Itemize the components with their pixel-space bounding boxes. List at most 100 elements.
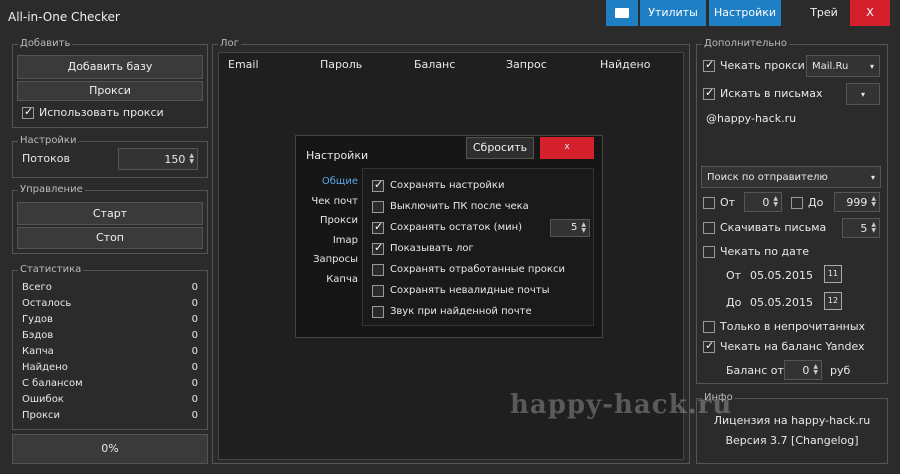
dialog-option-row[interactable]: Сохранять невалидные почты	[372, 280, 590, 301]
check-date-row[interactable]: Чекать по дате	[703, 245, 809, 258]
dialog-nav-item[interactable]: Запросы	[300, 250, 358, 270]
chevron-down-icon: ▾	[869, 61, 874, 71]
down-arrow-icon[interactable]: ▼	[773, 202, 778, 208]
down-arrow-icon[interactable]: ▼	[189, 159, 194, 165]
from-checkbox[interactable]	[703, 196, 715, 209]
dialog-nav-item[interactable]: Общие	[300, 172, 358, 192]
add-group-label: Добавить	[18, 38, 73, 49]
col-email: Email	[228, 58, 259, 71]
check-proxy-checkbox[interactable]	[703, 58, 715, 72]
dialog-option-row[interactable]: Показывать лог	[372, 238, 590, 259]
down-arrow-icon[interactable]: ▼	[813, 370, 818, 376]
log-group-label: Лог	[218, 38, 241, 49]
balance-from-label: Баланс от	[726, 364, 784, 377]
stats-row: Капча 0	[22, 344, 198, 360]
search-value[interactable]: @happy-hack.ru	[706, 112, 796, 125]
start-button[interactable]: Старт	[17, 202, 203, 225]
to-checkbox[interactable]	[791, 196, 803, 209]
down-arrow-icon[interactable]: ▼	[871, 228, 876, 234]
search-letters-row[interactable]: Искать в письмах	[703, 86, 822, 100]
search-mode-value: Поиск по отправителю	[707, 171, 828, 183]
dialog-close-button[interactable]: x	[540, 137, 594, 159]
unread-only-row[interactable]: Только в непрочитанных	[703, 320, 865, 333]
dialog-nav: Общие Чек почт Прокси Imap Запросы Капча	[300, 172, 358, 289]
download-letters-checkbox[interactable]	[703, 221, 715, 234]
proxy-button[interactable]: Прокси	[17, 81, 203, 101]
download-letters-row[interactable]: Скачивать письма	[703, 221, 826, 234]
dialog-option-checkbox[interactable]	[372, 284, 384, 297]
dialog-option-row[interactable]: Выключить ПК после чека	[372, 196, 590, 217]
dialog-option-row[interactable]: Сохранять настройки	[372, 175, 590, 196]
folder-button[interactable]	[606, 0, 638, 26]
stats-row-name: Гудов	[22, 314, 53, 325]
date-from-value[interactable]: 05.05.2015	[750, 269, 813, 282]
dialog-nav-item[interactable]: Капча	[300, 270, 358, 290]
search-letters-checkbox[interactable]	[703, 86, 715, 100]
threads-spinner[interactable]: 150 ▲ ▼	[118, 148, 198, 170]
down-arrow-icon[interactable]: ▼	[871, 202, 876, 208]
search-letters-dropdown[interactable]: ▾	[846, 83, 880, 105]
date-to-label: До	[726, 296, 742, 309]
dialog-options: Сохранять настройки Выключить ПК после че…	[372, 175, 590, 322]
dialog-option-label: Сохранять настройки	[390, 180, 505, 191]
tray-button[interactable]: Трей	[800, 0, 848, 26]
dialog-option-row[interactable]: Сохранять остаток (мин) 5▲▼	[372, 217, 590, 238]
add-base-button[interactable]: Добавить базу	[17, 55, 203, 79]
version-link[interactable]: Версия 3.7 [Changelog]	[696, 434, 888, 447]
to-value: 999	[846, 195, 868, 209]
stop-button[interactable]: Стоп	[17, 227, 203, 249]
control-group-label: Управление	[18, 184, 85, 195]
stats-row: Бэдов 0	[22, 328, 198, 344]
progress-label: 0%	[101, 442, 119, 455]
dialog-option-checkbox[interactable]	[372, 241, 384, 255]
dialog-option-checkbox[interactable]	[372, 220, 384, 234]
calendar-icon[interactable]: 11	[824, 265, 842, 283]
yandex-balance-checkbox[interactable]	[703, 339, 715, 353]
stats-row: Прокси 0	[22, 408, 198, 424]
stats-row-value: 0	[191, 298, 198, 309]
proxy-service-value: Mail.Ru	[812, 60, 849, 72]
search-mode-select[interactable]: Поиск по отправителю ▾	[701, 166, 881, 188]
balance-unit: руб	[830, 364, 851, 377]
yandex-balance-row[interactable]: Чекать на баланс Yandex	[703, 339, 865, 353]
download-spinner[interactable]: 5 ▲ ▼	[842, 218, 880, 238]
dialog-option-row[interactable]: Звук при найденной почте	[372, 301, 590, 322]
stats-row: Всего 0	[22, 280, 198, 296]
dialog-option-checkbox[interactable]	[372, 178, 384, 192]
proxy-service-select[interactable]: Mail.Ru ▾	[806, 55, 880, 77]
check-proxy-row[interactable]: Чекать прокси	[703, 58, 805, 72]
from-value: 0	[762, 195, 770, 209]
stats-row: Осталось 0	[22, 296, 198, 312]
dialog-option-checkbox[interactable]	[372, 263, 384, 276]
date-to-value[interactable]: 05.05.2015	[750, 296, 813, 309]
use-proxy-checkbox[interactable]	[22, 105, 34, 119]
dialog-option-row[interactable]: Сохранять отработанные прокси	[372, 259, 590, 280]
dialog-option-value: 5	[571, 222, 578, 233]
dialog-option-checkbox[interactable]	[372, 305, 384, 318]
download-value: 5	[860, 221, 868, 235]
dialog-nav-item[interactable]: Прокси	[300, 211, 358, 231]
check-date-checkbox[interactable]	[703, 245, 715, 258]
dialog-nav-item[interactable]: Imap	[300, 231, 358, 251]
dialog-option-spinner[interactable]: 5 ▲ ▼	[550, 218, 590, 237]
unread-only-checkbox[interactable]	[703, 320, 715, 333]
settings-button[interactable]: Настройки	[709, 0, 781, 26]
balance-spinner[interactable]: 0 ▲ ▼	[784, 360, 822, 380]
close-button[interactable]: X	[850, 0, 890, 26]
stats-group-label: Статистика	[18, 264, 84, 275]
balance-value: 0	[802, 363, 810, 377]
folder-icon	[615, 8, 629, 18]
from-spinner[interactable]: 0 ▲ ▼	[744, 192, 782, 212]
dialog-option-checkbox[interactable]	[372, 200, 384, 213]
use-proxy-row[interactable]: Использовать прокси	[22, 105, 164, 119]
spinner-arrows-icon[interactable]: ▲ ▼	[581, 221, 586, 234]
utilities-button[interactable]: Утилиты	[640, 0, 706, 26]
stats-row-name: С балансом	[22, 378, 83, 389]
to-spinner[interactable]: 999 ▲ ▼	[834, 192, 880, 212]
dialog-nav-item[interactable]: Чек почт	[300, 192, 358, 212]
check-date-label: Чекать по дате	[720, 245, 810, 258]
calendar-icon[interactable]: 12	[824, 292, 842, 310]
threads-value: 150	[164, 152, 186, 166]
reset-button[interactable]: Сбросить	[466, 137, 534, 159]
to-row: До	[791, 196, 823, 209]
